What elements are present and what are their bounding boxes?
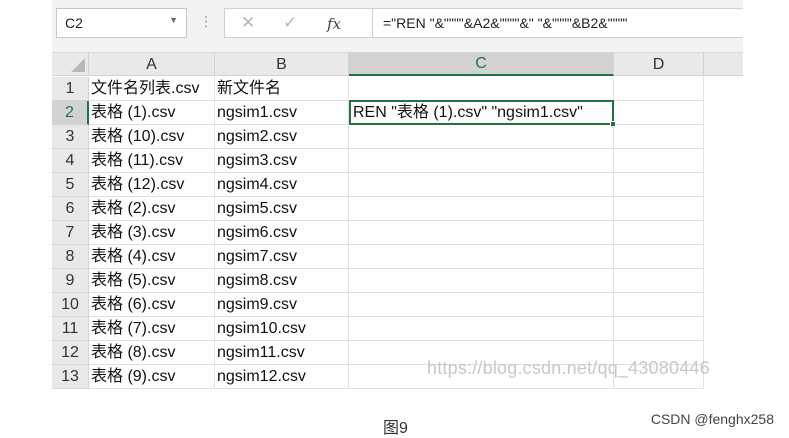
cell-d2[interactable] xyxy=(614,101,704,125)
row-header[interactable]: 7 xyxy=(52,221,89,245)
cell-d1[interactable] xyxy=(614,77,704,101)
cell-a5[interactable]: 表格 (12).csv xyxy=(89,173,215,197)
row-header[interactable]: 6 xyxy=(52,197,89,221)
cell-c3[interactable] xyxy=(349,125,614,149)
cell-b6[interactable]: ngsim5.csv xyxy=(215,197,349,221)
cell-b4[interactable]: ngsim3.csv xyxy=(215,149,349,173)
cell-c8[interactable] xyxy=(349,245,614,269)
fx-icon[interactable]: fx xyxy=(327,15,341,33)
column-header-a[interactable]: A xyxy=(89,53,215,76)
cell-d8[interactable] xyxy=(614,245,704,269)
row-header[interactable]: 4 xyxy=(52,149,89,173)
formula-bar: C2 ▼ ⋮ ✕ ✓ fx ="REN "&""""&A2&""""&" "&"… xyxy=(52,0,743,53)
row-header[interactable]: 12 xyxy=(52,341,89,365)
cell-c11[interactable] xyxy=(349,317,614,341)
spreadsheet: C2 ▼ ⋮ ✕ ✓ fx ="REN "&""""&A2&""""&" "&"… xyxy=(52,0,743,392)
cell-b3[interactable]: ngsim2.csv xyxy=(215,125,349,149)
select-all-corner[interactable] xyxy=(52,53,89,76)
row-header[interactable]: 3 xyxy=(52,125,89,149)
cell-b7[interactable]: ngsim6.csv xyxy=(215,221,349,245)
row-header[interactable]: 2 xyxy=(52,101,89,125)
drag-handle-icon[interactable]: ⋮ xyxy=(199,13,213,30)
cell-c7[interactable] xyxy=(349,221,614,245)
column-header-c[interactable]: C xyxy=(349,53,614,76)
cell-a6[interactable]: 表格 (2).csv xyxy=(89,197,215,221)
cell-a4[interactable]: 表格 (11).csv xyxy=(89,149,215,173)
cell-a12[interactable]: 表格 (8).csv xyxy=(89,341,215,365)
row-header[interactable]: 13 xyxy=(52,365,89,389)
cell-b8[interactable]: ngsim7.csv xyxy=(215,245,349,269)
cell-d9[interactable] xyxy=(614,269,704,293)
chevron-down-icon[interactable]: ▼ xyxy=(169,15,178,25)
cell-b2[interactable]: ngsim1.csv xyxy=(215,101,349,125)
cell-b10[interactable]: ngsim9.csv xyxy=(215,293,349,317)
cell-a11[interactable]: 表格 (7).csv xyxy=(89,317,215,341)
column-header-b[interactable]: B xyxy=(215,53,349,76)
row-header[interactable]: 1 xyxy=(52,77,89,101)
cell-b5[interactable]: ngsim4.csv xyxy=(215,173,349,197)
cell-c5[interactable] xyxy=(349,173,614,197)
cell-a8[interactable]: 表格 (4).csv xyxy=(89,245,215,269)
figure-caption: 图9 xyxy=(383,420,408,437)
cell-d4[interactable] xyxy=(614,149,704,173)
row-header[interactable]: 11 xyxy=(52,317,89,341)
cell-b13[interactable]: ngsim12.csv xyxy=(215,365,349,389)
cell-b12[interactable]: ngsim11.csv xyxy=(215,341,349,365)
cell-a3[interactable]: 表格 (10).csv xyxy=(89,125,215,149)
name-box-value: C2 xyxy=(65,15,83,31)
cell-c9[interactable] xyxy=(349,269,614,293)
cell-a2[interactable]: 表格 (1).csv xyxy=(89,101,215,125)
row-header[interactable]: 5 xyxy=(52,173,89,197)
cell-c6[interactable] xyxy=(349,197,614,221)
formula-buttons: ✕ ✓ fx xyxy=(224,8,374,38)
name-box[interactable]: C2 ▼ xyxy=(56,8,187,38)
cell-b9[interactable]: ngsim8.csv xyxy=(215,269,349,293)
fill-handle[interactable] xyxy=(610,121,616,127)
cell-d10[interactable] xyxy=(614,293,704,317)
cell-d6[interactable] xyxy=(614,197,704,221)
cell-a9[interactable]: 表格 (5).csv xyxy=(89,269,215,293)
column-header-e[interactable] xyxy=(704,53,743,76)
cell-b1[interactable]: 新文件名 xyxy=(215,77,349,101)
cell-d7[interactable] xyxy=(614,221,704,245)
cell-c10[interactable] xyxy=(349,293,614,317)
row-header[interactable]: 8 xyxy=(52,245,89,269)
cell-d3[interactable] xyxy=(614,125,704,149)
row-header[interactable]: 10 xyxy=(52,293,89,317)
cell-b11[interactable]: ngsim10.csv xyxy=(215,317,349,341)
credit-text: CSDN @fenghx258 xyxy=(650,411,774,427)
formula-input[interactable]: ="REN "&""""&A2&""""&" "&""""&B2&"""" xyxy=(372,8,743,38)
cell-a10[interactable]: 表格 (6).csv xyxy=(89,293,215,317)
row-header[interactable]: 9 xyxy=(52,269,89,293)
cell-a1[interactable]: 文件名列表.csv xyxy=(89,77,215,101)
cancel-icon[interactable]: ✕ xyxy=(241,13,255,33)
cell-c1[interactable] xyxy=(349,77,614,101)
cell-a7[interactable]: 表格 (3).csv xyxy=(89,221,215,245)
check-icon[interactable]: ✓ xyxy=(283,13,297,33)
cell-c4[interactable] xyxy=(349,149,614,173)
cell-c2[interactable]: REN "表格 (1).csv" "ngsim1.csv" xyxy=(349,101,614,125)
watermark-text: https://blog.csdn.net/qq_43080446 xyxy=(427,358,710,378)
cell-d5[interactable] xyxy=(614,173,704,197)
triangle-icon xyxy=(71,58,85,72)
column-header-d[interactable]: D xyxy=(614,53,704,76)
formula-text: ="REN "&""""&A2&""""&" "&""""&B2&"""" xyxy=(383,15,628,31)
cell-d11[interactable] xyxy=(614,317,704,341)
cell-a13[interactable]: 表格 (9).csv xyxy=(89,365,215,389)
